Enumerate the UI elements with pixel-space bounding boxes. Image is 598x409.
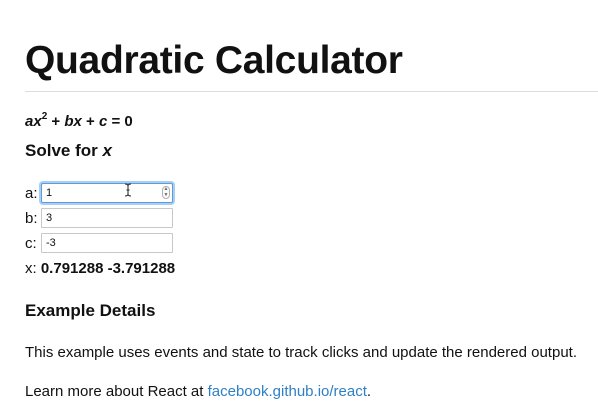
input-wrap-a: ▲▼ [41,183,173,203]
equation-plus-2: + [81,113,99,130]
solve-label: Solve for [25,141,103,160]
result-value: 0.791288 -3.791288 [40,260,176,277]
field-row-c: c: [25,233,173,253]
result-row: x: 0.791288 -3.791288 [25,259,175,279]
field-row-b: b: [25,208,173,228]
equation-term-a: ax [25,113,42,130]
field-label-c: c: [25,234,37,252]
learn-suffix: . [366,383,372,400]
equation-term-b: bx [64,113,82,130]
coefficient-c-input[interactable] [41,233,173,253]
solve-variable: x [102,141,112,160]
equation-exponent: 2 [41,111,48,122]
field-label-b: b: [25,209,38,227]
field-label-a: a: [25,184,38,202]
details-heading: Example Details [25,301,156,320]
title-divider [25,91,598,92]
solve-heading: Solve for x [25,139,112,163]
equation-equals: = 0 [107,113,133,130]
learn-more-text: Learn more about React at facebook.githu… [25,382,371,402]
coefficient-b-input[interactable] [41,208,173,228]
equation-plus-1: + [47,113,65,130]
learn-prefix: Learn more about React at [25,383,208,400]
details-text: This example uses events and state to tr… [25,344,577,361]
result-label: x: [25,260,37,277]
text-cursor-icon [124,183,132,197]
equation: ax2 + bx + c = 0 [25,112,133,132]
field-row-a: a: ▲▼ [25,183,173,203]
coefficient-a-input[interactable] [41,183,173,203]
page-title: Quadratic Calculator [25,39,403,82]
number-spinner-icon[interactable]: ▲ ▼ [162,186,170,199]
react-link[interactable]: facebook.github.io/react [208,383,367,400]
